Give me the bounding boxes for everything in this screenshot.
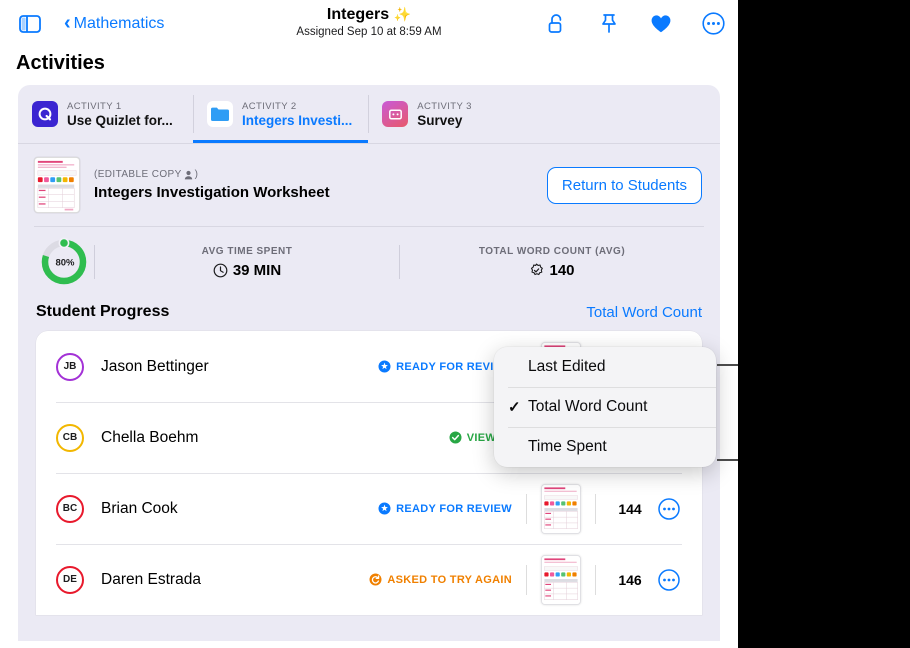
tab-activity-2-text: ACTIVITY 2 Integers Investi...	[242, 101, 352, 128]
menu-item-label: Time Spent	[528, 438, 607, 456]
completion-ring: 80%	[34, 236, 94, 288]
sort-by-button[interactable]: Total Word Count	[586, 304, 702, 321]
document-name: Integers Investigation Worksheet	[94, 184, 533, 201]
sparkles-icon: ✨	[394, 6, 411, 22]
activity-tabs: ACTIVITY 1 Use Quizlet for... ACTIVITY 2…	[18, 85, 720, 143]
tab-activity-3-eyebrow: ACTIVITY 3	[417, 101, 472, 112]
row-more-icon[interactable]	[658, 498, 680, 520]
document-eyebrow: (EDITABLE COPY )	[94, 169, 533, 180]
stat-avg-time-label: AVG TIME SPENT	[95, 246, 399, 257]
menu-item-last-edited[interactable]: Last Edited	[494, 347, 716, 387]
tab-activity-2[interactable]: ACTIVITY 2 Integers Investi...	[193, 85, 368, 143]
table-row[interactable]: DE Daren Estrada ASKED TO TRY AGAIN 146	[36, 544, 702, 615]
student-name: Brian Cook	[101, 500, 378, 518]
ring-percent-label: 80%	[55, 258, 75, 269]
document-eyebrow-close: )	[195, 169, 199, 180]
back-label: Mathematics	[74, 15, 165, 33]
status-badge: READY FOR REVIEW	[378, 360, 512, 373]
stat-avg-time-value: 39 MIN	[233, 262, 281, 279]
sidebar-toggle-icon[interactable]	[16, 10, 44, 38]
document-row: (EDITABLE COPY ) Integers Investigation …	[18, 144, 720, 226]
stat-word-count-label: TOTAL WORD COUNT (AVG)	[400, 246, 704, 257]
chevron-left-icon: ‹	[64, 13, 71, 33]
header-actions	[544, 0, 726, 47]
tab-activity-1[interactable]: ACTIVITY 1 Use Quizlet for...	[18, 85, 193, 143]
menu-item-label: Total Word Count	[528, 398, 647, 416]
student-name: Jason Bettinger	[101, 358, 378, 376]
pin-icon[interactable]	[596, 11, 622, 37]
folder-icon	[207, 101, 233, 127]
row-divider	[526, 494, 527, 524]
stat-word-count-value-wrap: 140	[400, 262, 704, 279]
sort-dropdown-menu: Last Edited ✓ Total Word Count Time Spen…	[494, 347, 716, 467]
avatar: BC	[56, 495, 84, 523]
tab-activity-1-label: Use Quizlet for...	[67, 113, 173, 128]
avatar-initials: CB	[63, 432, 77, 443]
avatar: JB	[56, 353, 84, 381]
stat-avg-time-spent: AVG TIME SPENT 39 MIN	[95, 246, 399, 279]
row-divider-2	[595, 565, 596, 595]
stat-word-count-value: 140	[549, 262, 574, 279]
avatar: DE	[56, 566, 84, 594]
stat-total-word-count: TOTAL WORD COUNT (AVG) 140	[400, 246, 704, 279]
status-badge: ASKED TO TRY AGAIN	[369, 573, 512, 586]
tab-activity-2-eyebrow: ACTIVITY 2	[242, 101, 352, 112]
viewed-icon	[449, 431, 462, 444]
wordcount-icon	[529, 263, 544, 278]
row-divider-2	[595, 494, 596, 524]
row-more-icon[interactable]	[658, 569, 680, 591]
unlock-icon[interactable]	[544, 11, 570, 37]
stats-row: 80% AVG TIME SPENT 39 MIN TOTAL WORD COU…	[18, 227, 720, 297]
quizlet-icon	[32, 101, 58, 127]
avatar-initials: BC	[63, 503, 77, 514]
menu-item-time-spent[interactable]: Time Spent	[494, 427, 716, 467]
menu-item-total-word-count[interactable]: ✓ Total Word Count	[494, 387, 716, 427]
tab-activity-3-text: ACTIVITY 3 Survey	[417, 101, 472, 128]
avatar: CB	[56, 424, 84, 452]
avatar-initials: JB	[64, 361, 77, 372]
word-count-value: 144	[610, 501, 650, 517]
more-circle-icon[interactable]	[700, 11, 726, 37]
app-header: ‹ Mathematics Integers ✨ Assigned Sep 10…	[0, 0, 738, 47]
heart-icon[interactable]	[648, 11, 674, 37]
row-divider	[526, 565, 527, 595]
ready-for-review-icon	[378, 502, 391, 515]
callout-bracket	[716, 360, 738, 465]
app-window: ‹ Mathematics Integers ✨ Assigned Sep 10…	[0, 0, 738, 648]
student-name: Daren Estrada	[101, 571, 369, 589]
student-work-thumbnail[interactable]	[541, 555, 581, 605]
clock-icon	[213, 263, 228, 278]
stat-avg-time-value-wrap: 39 MIN	[95, 262, 399, 279]
status-badge: READY FOR REVIEW	[378, 502, 512, 515]
avatar-initials: DE	[63, 574, 77, 585]
tab-activity-2-label: Integers Investi...	[242, 113, 352, 128]
status-label: ASKED TO TRY AGAIN	[387, 574, 512, 586]
table-row[interactable]: BC Brian Cook READY FOR REVIEW 144	[36, 473, 702, 544]
return-to-students-button[interactable]: Return to Students	[547, 167, 702, 204]
document-meta: (EDITABLE COPY ) Integers Investigation …	[94, 169, 533, 201]
student-work-thumbnail[interactable]	[541, 484, 581, 534]
status-label: READY FOR REVIEW	[396, 503, 512, 515]
assignment-title: Integers	[327, 6, 389, 23]
tab-activity-3-label: Survey	[417, 113, 472, 128]
word-count-value: 146	[610, 572, 650, 588]
student-name: Chella Boehm	[101, 429, 449, 447]
asked-to-try-again-icon	[369, 573, 382, 586]
tab-activity-3[interactable]: ACTIVITY 3 Survey	[368, 85, 543, 143]
document-eyebrow-label: (EDITABLE COPY	[94, 169, 182, 180]
student-progress-header: Student Progress Total Word Count	[18, 297, 720, 331]
check-icon: ✓	[508, 398, 528, 416]
menu-item-label: Last Edited	[528, 358, 606, 376]
student-progress-title: Student Progress	[36, 303, 169, 321]
back-to-mathematics-button[interactable]: ‹ Mathematics	[64, 15, 164, 33]
tab-activity-1-eyebrow: ACTIVITY 1	[67, 101, 173, 112]
survey-icon	[382, 101, 408, 127]
tab-activity-1-text: ACTIVITY 1 Use Quizlet for...	[67, 101, 173, 128]
worksheet-thumbnail[interactable]	[34, 157, 80, 213]
ready-for-review-icon	[378, 360, 391, 373]
person-icon	[184, 170, 193, 180]
page-title: Activities	[0, 47, 738, 85]
